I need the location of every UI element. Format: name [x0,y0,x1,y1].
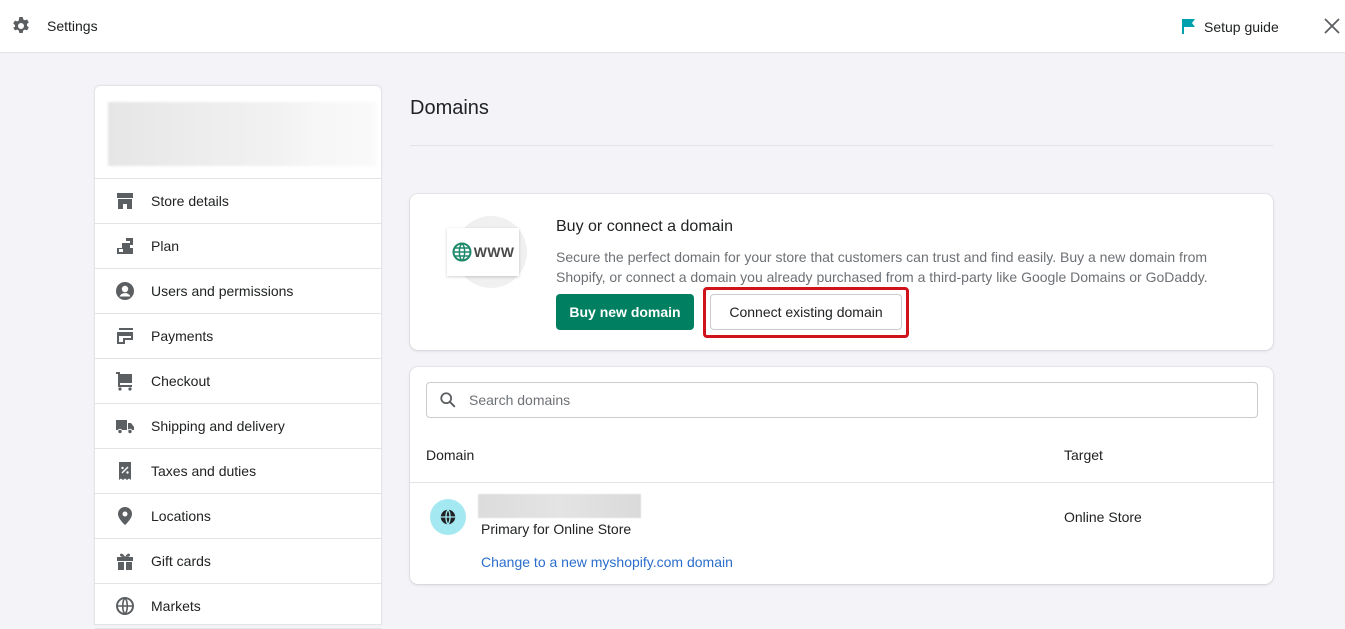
sidebar-item-taxes-and-duties[interactable]: Taxes and duties [95,449,381,494]
sidebar-item-label: Plan [151,238,180,254]
globe-icon [115,596,135,616]
sidebar-item-label: Checkout [151,373,211,389]
domain-target: Online Store [1064,509,1142,525]
sidebar-item-gift-cards[interactable]: Gift cards [95,539,381,584]
www-text: WWW [473,244,515,260]
sidebar-item-locations[interactable]: Locations [95,494,381,539]
buy-card-description: Secure the perfect domain for your store… [556,249,1208,285]
cart-icon [115,371,135,391]
column-header-domain: Domain [426,447,475,463]
settings-sidebar: Store details Plan Users and permissions… [94,85,382,629]
sidebar-item-label: Shipping and delivery [151,418,285,434]
plan-icon [115,236,135,256]
page-title: Domains [410,97,489,119]
sidebar-item-markets[interactable]: Markets [95,584,381,629]
search-domains-input[interactable] [469,392,1249,408]
title-divider [410,145,1273,146]
tax-icon [115,461,135,481]
gear-icon [13,17,29,33]
payments-icon [115,326,135,346]
sidebar-item-shipping-and-delivery[interactable]: Shipping and delivery [95,404,381,449]
header-divider [410,482,1273,483]
sidebar-item-label: Store details [151,193,229,209]
app-title: Settings [47,18,98,34]
domain-name-redacted[interactable] [478,494,641,518]
location-pin-icon [115,506,135,526]
setup-guide-label: Setup guide [1204,18,1279,35]
illustration-box: WWW [447,228,519,276]
gift-icon [115,551,135,571]
store-name-redacted [108,102,376,166]
truck-icon [115,416,135,436]
buy-card-title: Buy or connect a domain [556,218,733,235]
domains-list-card: Domain Target Primary for Online Store C… [410,367,1273,584]
connect-existing-domain-button[interactable]: Connect existing domain [710,294,902,330]
buy-new-domain-button[interactable]: Buy new domain [556,294,694,330]
sidebar-item-payments[interactable]: Payments [95,314,381,359]
close-icon[interactable] [1322,16,1342,36]
domain-status: Primary for Online Store [481,521,632,537]
search-icon [440,392,456,408]
buy-or-connect-domain-card: WWW Buy or connect a domain Secure the p… [410,194,1273,350]
sidebar-item-label: Markets [151,598,201,614]
domain-avatar [430,499,466,535]
sidebar-item-checkout[interactable]: Checkout [95,359,381,404]
column-header-target: Target [1064,447,1103,463]
sidebar-item-label: Users and permissions [151,283,294,299]
sidebar-item-label: Gift cards [151,553,211,569]
search-domains-field[interactable] [426,382,1258,418]
store-icon [115,191,135,211]
change-myshopify-domain-link[interactable]: Change to a new myshopify.com domain [481,554,733,570]
user-icon [115,281,135,301]
flag-icon [1182,19,1195,34]
www-illustration: WWW [447,216,527,288]
globe-icon [452,242,472,262]
top-bar: Settings Setup guide [0,0,1345,53]
sidebar-item-label: Locations [151,508,211,524]
sidebar-item-plan[interactable]: Plan [95,224,381,269]
sidebar-item-label: Taxes and duties [151,463,257,479]
sidebar-item-users-and-permissions[interactable]: Users and permissions [95,269,381,314]
sidebar-item-label: Payments [151,328,214,344]
sidebar-item-store-details[interactable]: Store details [95,179,381,224]
store-card[interactable] [95,86,381,179]
setup-guide-button[interactable]: Setup guide [1181,18,1279,35]
globe-icon [440,509,456,525]
